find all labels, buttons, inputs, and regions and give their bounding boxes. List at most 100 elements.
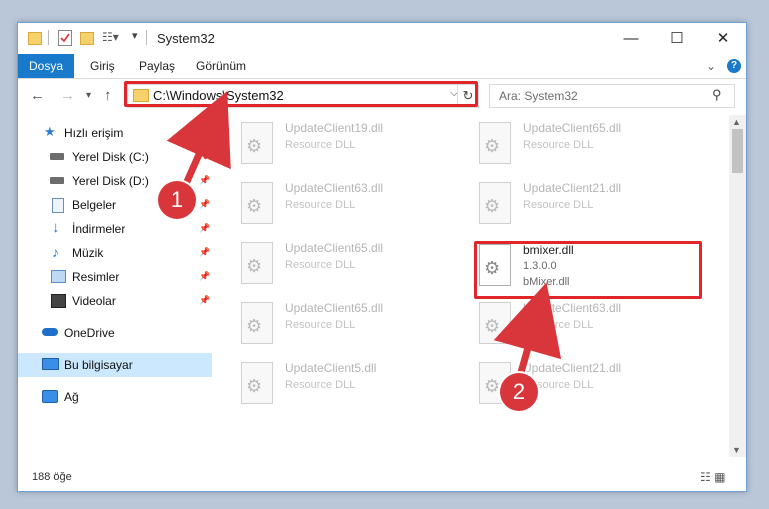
sidebar-item-this-pc[interactable]: Bu bilgisayar bbox=[18, 353, 212, 377]
recent-dropdown-icon[interactable]: ▾ bbox=[86, 90, 91, 101]
sidebar-item-label: Bu bilgisayar bbox=[64, 358, 133, 372]
gear-icon: ⚙ bbox=[246, 316, 263, 336]
sidebar-item-label: Resimler bbox=[72, 270, 120, 284]
new-folder-icon[interactable] bbox=[80, 32, 94, 45]
search-placeholder: Ara: System32 bbox=[499, 89, 578, 103]
search-icon: ⚲ bbox=[712, 87, 722, 102]
sidebar-item-local-disk-c[interactable]: Yerel Disk (C:) 📌 bbox=[18, 145, 212, 169]
scroll-up-icon[interactable]: ▲ bbox=[732, 117, 741, 127]
videos-icon bbox=[51, 294, 66, 308]
file-type: Resource DLL bbox=[285, 379, 356, 391]
pin-icon[interactable]: 📌 bbox=[199, 247, 210, 258]
address-highlight bbox=[124, 81, 478, 107]
gear-icon: ⚙ bbox=[484, 136, 501, 156]
file-type: Resource DLL bbox=[285, 319, 356, 331]
sidebar-item-label: Belgeler bbox=[72, 198, 117, 212]
dll-file-icon: ⚙ bbox=[241, 302, 273, 344]
file-type: Resource DLL bbox=[523, 319, 594, 331]
file-type: Resource DLL bbox=[285, 259, 356, 271]
file-tile[interactable]: ⚙ UpdateClient63.dll Resource DLL bbox=[461, 299, 691, 351]
file-tile[interactable]: ⚙ UpdateClient21.dll Resource DLL bbox=[461, 179, 691, 231]
file-tile[interactable]: ⚙ UpdateClient65.dll Resource DLL bbox=[223, 299, 453, 351]
file-type: Resource DLL bbox=[523, 139, 594, 151]
sidebar-item-downloads[interactable]: ↓ İndirmeler 📌 bbox=[18, 217, 212, 241]
title-bar: ☷▾ ▾ System32 — ☐ ✕ bbox=[18, 23, 746, 54]
sidebar-item-label: OneDrive bbox=[64, 326, 115, 340]
pin-icon[interactable]: 📌 bbox=[199, 295, 210, 306]
folder-icon[interactable] bbox=[28, 32, 42, 45]
file-tile[interactable]: ⚙ UpdateClient65.dll Resource DLL bbox=[223, 239, 453, 291]
pin-icon[interactable]: 📌 bbox=[199, 223, 210, 234]
back-icon[interactable]: ← bbox=[30, 87, 45, 104]
file-name: UpdateClient65.dll bbox=[523, 121, 622, 135]
sidebar-item-quick-access[interactable]: ★ Hızlı erişim bbox=[18, 121, 212, 145]
file-type: Resource DLL bbox=[285, 139, 356, 151]
navigation-pane: ★ Hızlı erişim Yerel Disk (C:) 📌 Yerel D… bbox=[18, 115, 214, 457]
pin-icon[interactable]: 📌 bbox=[199, 271, 210, 282]
file-name: UpdateClient63.dll bbox=[523, 301, 622, 315]
dll-file-icon: ⚙ bbox=[479, 122, 511, 164]
help-icon[interactable]: ? bbox=[727, 59, 741, 73]
scroll-down-icon[interactable]: ▼ bbox=[732, 445, 741, 455]
drive-icon bbox=[50, 177, 64, 184]
pin-icon[interactable]: 📌 bbox=[199, 151, 210, 162]
download-icon: ↓ bbox=[52, 219, 60, 236]
vertical-scrollbar[interactable]: ▲ ▼ bbox=[729, 115, 746, 457]
up-icon[interactable]: ↑ bbox=[104, 87, 112, 104]
status-bar: 188 öğe ☷ ▦ bbox=[18, 467, 746, 489]
sidebar-item-onedrive[interactable]: OneDrive bbox=[18, 321, 212, 345]
file-name: UpdateClient5.dll bbox=[285, 361, 377, 375]
tab-paylas[interactable]: Paylaş bbox=[139, 54, 175, 78]
properties-icon[interactable] bbox=[58, 30, 72, 46]
sidebar-item-label: Yerel Disk (D:) bbox=[72, 174, 149, 188]
file-name: UpdateClient19.dll bbox=[285, 121, 384, 135]
sidebar-item-music[interactable]: ♪ Müzik 📌 bbox=[18, 241, 212, 265]
dll-file-icon: ⚙ bbox=[241, 362, 273, 404]
file-name: UpdateClient63.dll bbox=[285, 181, 384, 195]
sidebar-item-label: Yerel Disk (C:) bbox=[72, 150, 149, 164]
close-button[interactable]: ✕ bbox=[700, 23, 746, 54]
gear-icon: ⚙ bbox=[246, 136, 263, 156]
drive-icon bbox=[50, 153, 64, 160]
minimize-button[interactable]: — bbox=[608, 23, 654, 54]
pictures-icon bbox=[51, 270, 66, 283]
gear-icon: ⚙ bbox=[484, 316, 501, 336]
tab-giris[interactable]: Giriş bbox=[90, 54, 115, 78]
chevron-down-icon[interactable]: ▾ bbox=[132, 29, 138, 45]
file-name: UpdateClient21.dll bbox=[523, 361, 622, 375]
cloud-icon bbox=[42, 328, 58, 336]
scroll-thumb[interactable] bbox=[732, 129, 743, 173]
file-tile[interactable]: ⚙ UpdateClient63.dll Resource DLL bbox=[223, 179, 453, 231]
view-toggle-icons[interactable]: ☷ ▦ bbox=[700, 470, 725, 484]
gear-icon: ⚙ bbox=[246, 196, 263, 216]
star-icon: ★ bbox=[44, 124, 56, 139]
ribbon-expand-icon[interactable]: ⌄ bbox=[706, 59, 716, 73]
file-tile[interactable]: ⚙ UpdateClient21.dll Resource DLL bbox=[461, 359, 691, 411]
sidebar-item-pictures[interactable]: Resimler 📌 bbox=[18, 265, 212, 289]
file-highlight bbox=[474, 241, 702, 299]
gear-icon: ⚙ bbox=[484, 196, 501, 216]
navigation-bar: ← → ▾ ↑ C:\Windows\System32 ⌵ ↻ Ara: Sys… bbox=[18, 79, 746, 113]
customize-icon[interactable]: ☷▾ bbox=[102, 30, 119, 46]
pin-icon[interactable]: 📌 bbox=[199, 175, 210, 186]
file-name: UpdateClient65.dll bbox=[285, 241, 384, 255]
search-input[interactable]: Ara: System32 ⚲ bbox=[489, 84, 735, 108]
window-title: System32 bbox=[157, 31, 215, 46]
step-2-badge: 2 bbox=[500, 373, 538, 411]
explorer-window: ☷▾ ▾ System32 — ☐ ✕ Dosya Giriş Paylaş G… bbox=[17, 22, 747, 492]
tab-dosya[interactable]: Dosya bbox=[18, 54, 74, 78]
gear-icon: ⚙ bbox=[246, 256, 263, 276]
sidebar-item-network[interactable]: Ağ bbox=[18, 385, 212, 409]
pin-icon[interactable]: 📌 bbox=[199, 199, 210, 210]
forward-icon[interactable]: → bbox=[60, 87, 75, 104]
sidebar-item-label: Ağ bbox=[64, 390, 79, 404]
tab-gorunum[interactable]: Görünüm bbox=[196, 54, 246, 78]
dll-file-icon: ⚙ bbox=[479, 302, 511, 344]
item-count: 188 öğe bbox=[32, 471, 72, 483]
sidebar-item-videos[interactable]: Videolar 📌 bbox=[18, 289, 212, 313]
file-tile[interactable]: ⚙ UpdateClient19.dll Resource DLL bbox=[223, 119, 453, 171]
maximize-button[interactable]: ☐ bbox=[654, 23, 700, 54]
network-icon bbox=[42, 390, 58, 403]
file-tile[interactable]: ⚙ UpdateClient5.dll Resource DLL bbox=[223, 359, 453, 411]
file-tile[interactable]: ⚙ UpdateClient65.dll Resource DLL bbox=[461, 119, 691, 171]
